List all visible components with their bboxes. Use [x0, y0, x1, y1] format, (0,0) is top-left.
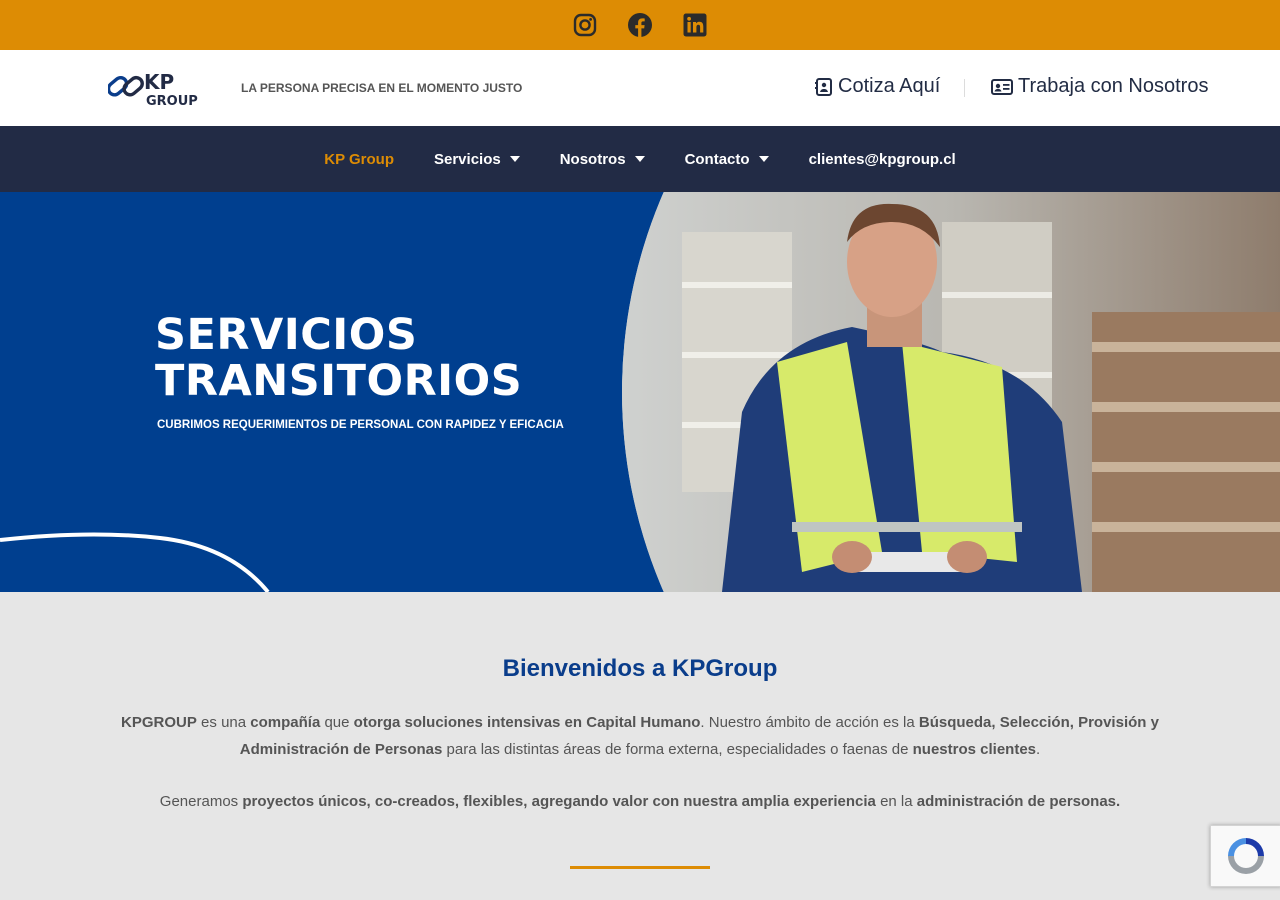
caret-down-icon [634, 156, 645, 162]
logo-text-kp: KP [144, 70, 174, 94]
main-nav: KP Group Servicios Nosotros Contacto cli… [0, 126, 1280, 192]
welcome-heading: Bienvenidos a KPGroup [502, 655, 778, 682]
text-run: en la [875, 793, 917, 810]
hero-title-line1: SERVICIOS [155, 310, 418, 360]
caret-down-icon [509, 156, 520, 162]
social-bar [0, 0, 1280, 50]
caret-down-icon [758, 156, 769, 162]
cotiza-label: Cotiza Aquí [838, 75, 941, 97]
kp-group-logo[interactable]: KP GROUP [106, 65, 208, 109]
logo-text-group: GROUP [146, 94, 198, 109]
text-run: es una [196, 714, 251, 731]
facebook-icon[interactable] [628, 13, 652, 37]
hero-photo [622, 192, 1280, 592]
text-run: . [1036, 741, 1041, 758]
welcome-section: Bienvenidos a KPGroup KPGROUP es una com… [0, 592, 1280, 900]
hero-banner: SERVICIOS TRANSITORIOS CUBRIMOS REQUERIM… [0, 192, 1280, 592]
text-run: que [320, 714, 354, 731]
text-run: para las distintas áreas de forma extern… [442, 741, 913, 758]
linkedin-icon[interactable] [683, 13, 707, 37]
nav-label: Servicios [434, 150, 501, 168]
text-run: compañía [250, 714, 321, 731]
text-run: Generamos [159, 793, 243, 810]
trabaja-con-nosotros-link[interactable]: Trabaja con Nosotros [991, 75, 1208, 98]
text-run: administración de personas. [916, 793, 1121, 810]
hero-subtitle: CUBRIMOS REQUERIMIENTOS DE PERSONAL CON … [157, 419, 564, 431]
header-divider [964, 79, 965, 97]
id-card-icon [991, 78, 1013, 95]
text-run: . Nuestro ámbito de acción es la [700, 714, 919, 731]
hero-title-line2: TRANSITORIOS [155, 356, 523, 406]
instagram-icon[interactable] [573, 13, 597, 37]
cotiza-aqui-link[interactable]: Cotiza Aquí [815, 75, 940, 98]
recaptcha-icon [1228, 838, 1264, 874]
nav-item-contacto[interactable]: Contacto [665, 151, 789, 168]
nav-item-email[interactable]: clientes@kpgroup.cl [789, 151, 976, 168]
section-divider [570, 866, 710, 869]
decorative-arc [0, 532, 270, 592]
site-header: KP GROUP LA PERSONA PRECISA EN EL MOMENT… [0, 50, 1280, 126]
nav-label: Nosotros [559, 150, 626, 168]
nav-item-servicios[interactable]: Servicios [414, 151, 540, 168]
welcome-paragraph-1: KPGROUP es una compañía que otorga soluc… [120, 709, 1160, 763]
recaptcha-badge[interactable] [1210, 825, 1280, 887]
trabaja-label: Trabaja con Nosotros [1018, 75, 1209, 97]
nav-item-kp-group[interactable]: KP Group [304, 151, 414, 168]
text-run: otorga soluciones intensivas en Capital … [353, 714, 701, 731]
hero-title: SERVICIOS TRANSITORIOS [155, 312, 522, 404]
nav-item-nosotros[interactable]: Nosotros [540, 151, 665, 168]
text-run: KPGROUP [121, 714, 197, 731]
nav-label: clientes@kpgroup.cl [808, 150, 956, 168]
welcome-paragraph-2: Generamos proyectos únicos, co-creados, … [120, 788, 1160, 815]
tagline: LA PERSONA PRECISA EN EL MOMENTO JUSTO [241, 81, 523, 95]
text-run: proyectos únicos, co-creados, flexibles,… [242, 793, 876, 810]
nav-label: KP Group [324, 150, 394, 168]
nav-label: Contacto [684, 150, 750, 168]
quote-form-icon [815, 77, 832, 96]
text-run: nuestros clientes [912, 741, 1037, 758]
